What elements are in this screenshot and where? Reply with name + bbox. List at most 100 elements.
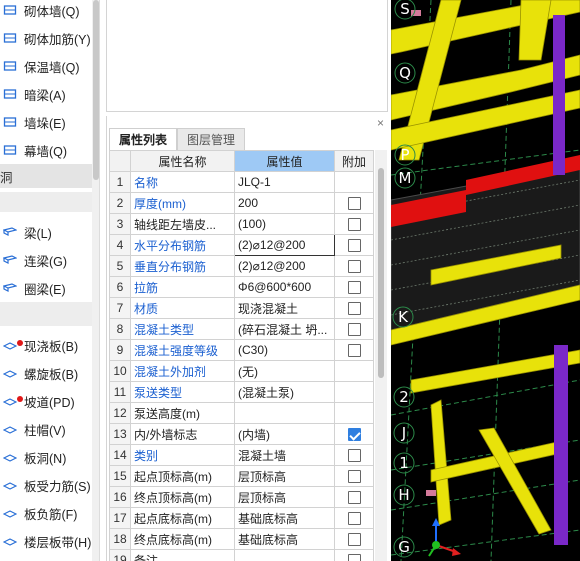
row-number: 3 bbox=[109, 213, 131, 235]
3d-viewport[interactable]: S Q PM K 2 J 1 H G bbox=[391, 0, 580, 561]
category-header-slabs[interactable] bbox=[0, 302, 92, 326]
table-row[interactable]: 6 拉筋 Φ6@600*600 bbox=[109, 276, 374, 298]
attach-checkbox[interactable] bbox=[347, 491, 361, 505]
property-value[interactable]: (C30) bbox=[234, 339, 335, 361]
attach-checkbox[interactable] bbox=[347, 533, 361, 547]
property-value[interactable]: 混凝土墙 bbox=[234, 444, 335, 466]
category-header-openings[interactable]: 洞 bbox=[0, 164, 92, 188]
attach-checkbox[interactable] bbox=[347, 197, 361, 211]
tool-item-column-cap[interactable]: 柱帽(V) bbox=[0, 415, 96, 443]
attach-checkbox[interactable] bbox=[347, 344, 361, 358]
tool-item-wall-pier[interactable]: 墙垛(E) bbox=[0, 108, 96, 136]
attach-checkbox[interactable] bbox=[347, 218, 361, 232]
attach-checkbox[interactable] bbox=[347, 449, 361, 463]
table-row[interactable]: 18 终点底标高(m) 基础底标高 bbox=[109, 528, 374, 550]
left-panel-scrollbar[interactable] bbox=[92, 0, 99, 561]
table-row[interactable]: 13 内/外墙标志 (内墙) bbox=[109, 423, 374, 445]
property-value[interactable]: 层顶标高 bbox=[234, 465, 335, 487]
row-number: 16 bbox=[109, 486, 131, 508]
table-row[interactable]: 8 混凝土类型 (碎石混凝土 坍... bbox=[109, 318, 374, 340]
row-number: 11 bbox=[109, 381, 131, 403]
property-value[interactable]: (2)⌀12@200 bbox=[234, 234, 335, 256]
property-value[interactable]: (2)⌀12@200 bbox=[234, 255, 335, 277]
tool-item-cast-slab[interactable]: 现浇板(B) bbox=[0, 331, 96, 359]
property-value[interactable]: 现浇混凝土 bbox=[234, 297, 335, 319]
property-value[interactable] bbox=[234, 549, 335, 561]
close-icon[interactable]: × bbox=[377, 116, 384, 130]
tool-item-insulation-wall[interactable]: 保温墙(Q) bbox=[0, 52, 96, 80]
table-row[interactable]: 9 混凝土强度等级 (C30) bbox=[109, 339, 374, 361]
scroll-thumb[interactable] bbox=[378, 168, 384, 378]
table-header-row: 属性名称 属性值 附加 bbox=[109, 150, 374, 172]
tab-layer-manager[interactable]: 图层管理 bbox=[177, 128, 246, 150]
row-number: 2 bbox=[109, 192, 131, 214]
property-value[interactable]: (碎石混凝土 坍... bbox=[234, 318, 335, 340]
table-row[interactable]: 2 厚度(mm) 200 bbox=[109, 192, 374, 214]
property-scrollbar[interactable] bbox=[375, 150, 387, 561]
attach-checkbox[interactable] bbox=[347, 260, 361, 274]
spiral-slab-icon bbox=[3, 366, 17, 380]
tool-item-masonry-wall[interactable]: 砌体墙(Q) bbox=[0, 0, 96, 24]
table-row[interactable]: 15 起点顶标高(m) 层顶标高 bbox=[109, 465, 374, 487]
scroll-thumb[interactable] bbox=[93, 0, 99, 180]
property-value[interactable]: 层顶标高 bbox=[234, 486, 335, 508]
header-property-value[interactable]: 属性值 bbox=[234, 150, 335, 172]
table-row[interactable]: 14 类别 混凝土墙 bbox=[109, 444, 374, 466]
tool-item-label: 楼层板带(H) bbox=[24, 535, 92, 550]
tool-item-slab-negative-rebar[interactable]: 板负筋(F) bbox=[0, 499, 96, 527]
property-value[interactable] bbox=[234, 402, 335, 424]
category-header-beams[interactable] bbox=[0, 192, 92, 212]
tool-item-label: 柱帽(V) bbox=[24, 423, 66, 438]
tool-item-slab-main-rebar[interactable]: 板受力筋(S) bbox=[0, 471, 96, 499]
attach-checkbox[interactable] bbox=[347, 428, 361, 442]
tool-item-slab-hole[interactable]: 板洞(N) bbox=[0, 443, 96, 471]
tool-item-beam[interactable]: 梁(L) bbox=[0, 218, 96, 246]
attach-checkbox[interactable] bbox=[347, 470, 361, 484]
axis-label: K bbox=[398, 308, 409, 326]
tool-item-label: 板受力筋(S) bbox=[24, 479, 91, 494]
table-row[interactable]: 5 垂直分布钢筋 (2)⌀12@200 bbox=[109, 255, 374, 277]
table-row[interactable]: 19 备注 bbox=[109, 549, 374, 561]
attach-cell bbox=[334, 297, 374, 319]
attach-checkbox[interactable] bbox=[347, 302, 361, 316]
property-value[interactable]: (无) bbox=[234, 360, 335, 382]
table-row[interactable]: 17 起点底标高(m) 基础底标高 bbox=[109, 507, 374, 529]
table-row[interactable]: 1 名称 JLQ-1 bbox=[109, 171, 374, 193]
attach-checkbox[interactable] bbox=[347, 512, 361, 526]
tool-item-label: 坡道(PD) bbox=[24, 395, 75, 410]
property-value[interactable]: 基础底标高 bbox=[234, 528, 335, 550]
tool-item-spiral-slab[interactable]: 螺旋板(B) bbox=[0, 359, 96, 387]
tool-item-hidden-beam[interactable]: 暗梁(A) bbox=[0, 80, 96, 108]
table-row[interactable]: 4 水平分布钢筋 (2)⌀12@200 bbox=[109, 234, 374, 256]
attach-checkbox[interactable] bbox=[347, 554, 361, 561]
tool-item-coupling-beam[interactable]: 连梁(G) bbox=[0, 246, 96, 274]
property-value[interactable]: 200 bbox=[234, 192, 335, 214]
attach-checkbox[interactable] bbox=[347, 239, 361, 253]
property-value[interactable]: JLQ-1 bbox=[234, 171, 335, 193]
attach-checkbox[interactable] bbox=[347, 281, 361, 295]
property-value[interactable]: (100) bbox=[234, 213, 335, 235]
table-row[interactable]: 7 材质 现浇混凝土 bbox=[109, 297, 374, 319]
tool-item-ring-beam[interactable]: 圈梁(E) bbox=[0, 274, 96, 302]
property-value[interactable]: 基础底标高 bbox=[234, 507, 335, 529]
tool-item-ramp[interactable]: 坡道(PD) bbox=[0, 387, 96, 415]
property-value[interactable]: Φ6@600*600 bbox=[234, 276, 335, 298]
row-number: 19 bbox=[109, 549, 131, 561]
property-value[interactable]: (内墙) bbox=[234, 423, 335, 445]
table-row[interactable]: 16 终点顶标高(m) 层顶标高 bbox=[109, 486, 374, 508]
tab-property-list[interactable]: 属性列表 bbox=[109, 128, 178, 150]
new-indicator-dot bbox=[17, 340, 23, 346]
table-row[interactable]: 11 泵送类型 (混凝土泵) bbox=[109, 381, 374, 403]
tool-item-label: 砌体加筋(Y) bbox=[24, 32, 91, 47]
tool-item-floor-strip[interactable]: 楼层板带(H) bbox=[0, 527, 96, 555]
tool-item-label: 板洞(N) bbox=[24, 451, 67, 466]
table-row[interactable]: 3 轴线距左墙皮... (100) bbox=[109, 213, 374, 235]
table-row[interactable]: 12 泵送高度(m) bbox=[109, 402, 374, 424]
tool-item-masonry-rebar[interactable]: 砌体加筋(Y) bbox=[0, 24, 96, 52]
attach-checkbox[interactable] bbox=[347, 323, 361, 337]
table-row[interactable]: 10 混凝土外加剂 (无) bbox=[109, 360, 374, 382]
attach-cell bbox=[334, 171, 374, 193]
property-value[interactable]: (混凝土泵) bbox=[234, 381, 335, 403]
tool-item-curtain-wall[interactable]: 幕墙(Q) bbox=[0, 136, 96, 164]
property-tabs: 属性列表 图层管理 bbox=[109, 128, 246, 150]
